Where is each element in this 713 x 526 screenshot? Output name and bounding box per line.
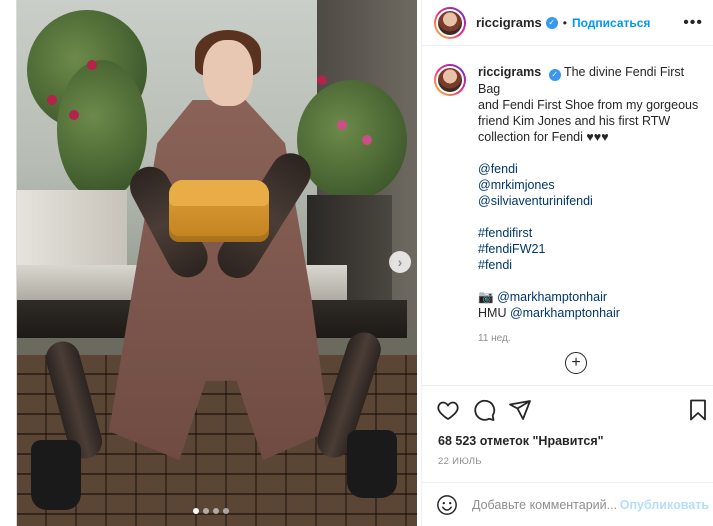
caption-timestamp[interactable]: 11 нед. (478, 331, 700, 347)
post-caption: riccigrams ✓ The divine Fendi First Bag … (434, 64, 704, 347)
plus-circle-icon: + (571, 354, 581, 371)
hashtag-link[interactable]: #fendiFW21 (478, 241, 700, 257)
likes-count[interactable]: 68 523 отметок "Нравится" (438, 434, 604, 448)
photo-face (203, 40, 253, 106)
mention-link[interactable]: @silviaventurinifendi (478, 193, 700, 209)
camera-icon: 📷 (478, 290, 494, 304)
bookmark-save-icon[interactable] (686, 398, 710, 422)
author-username[interactable]: riccigrams (476, 15, 542, 30)
post-date[interactable]: 22 ИЮЛЬ (438, 456, 482, 467)
emoji-smiley-icon[interactable] (436, 494, 458, 516)
more-options-icon[interactable]: ••• (683, 14, 703, 32)
caption-avatar[interactable] (434, 64, 466, 96)
photo-flower (337, 120, 347, 130)
carousel-dot (193, 508, 199, 514)
carousel-dot (213, 508, 219, 514)
hashtag-link[interactable]: #fendi (478, 257, 700, 273)
like-heart-icon[interactable] (436, 398, 460, 422)
author-avatar[interactable] (434, 6, 466, 39)
mention-link[interactable]: @markhamptonhair (510, 306, 620, 320)
mention-link[interactable]: @fendi (478, 161, 700, 177)
publish-button[interactable]: Опубликовать (620, 498, 709, 512)
header-separator: • (562, 15, 567, 30)
caption-username[interactable]: riccigrams (478, 65, 541, 79)
mention-link[interactable]: @markhamptonhair (497, 290, 607, 304)
instagram-post: › riccigrams ✓ • Подписаться ••• riccigr… (16, 0, 713, 526)
comment-bar: Добавьте комментарий... Опубликовать (422, 482, 713, 526)
photo-flower (69, 110, 79, 120)
verified-badge-icon: ✓ (545, 16, 558, 29)
photo-credit-line: 📷 @markhamptonhair (478, 289, 700, 305)
carousel-dot (223, 508, 229, 514)
share-send-icon[interactable] (508, 398, 532, 422)
photo-flower (87, 60, 97, 70)
caption-text-line: and Fendi First Shoe from my gorgeous (478, 98, 699, 112)
carousel-next-button[interactable]: › (389, 251, 411, 273)
caption-first-line: riccigrams ✓ The divine Fendi First Bag (478, 65, 684, 96)
caption-text-line: collection for Fendi ♥♥♥ (478, 130, 609, 144)
post-header: riccigrams ✓ • Подписаться ••• (422, 0, 713, 46)
photo-bag-flap (169, 180, 269, 206)
photo-shoe (31, 440, 81, 510)
post-actions (422, 385, 713, 431)
comment-bubble-icon[interactable] (472, 398, 496, 422)
carousel-dot (203, 508, 209, 514)
caption-body: riccigrams ✓ The divine Fendi First Bag … (478, 64, 700, 347)
post-photo[interactable]: › (17, 0, 417, 526)
hmu-credit-line: HMU @markhamptonhair (478, 305, 700, 321)
comment-input[interactable]: Добавьте комментарий... (472, 498, 622, 512)
caption-text-line: friend Kim Jones and his first RTW (478, 114, 671, 128)
hmu-label: HMU (478, 306, 507, 320)
photo-plant (297, 80, 407, 200)
load-more-comments-button[interactable]: + (565, 352, 587, 374)
follow-button[interactable]: Подписаться (572, 16, 650, 30)
photo-flower (47, 95, 57, 105)
photo-shoe (347, 430, 397, 498)
verified-badge-icon: ✓ (548, 69, 561, 81)
carousel-dots (193, 508, 229, 514)
chevron-right-icon: › (397, 254, 403, 270)
mention-link[interactable]: @mrkimjones (478, 177, 700, 193)
photo-flower (317, 75, 327, 85)
hashtag-link[interactable]: #fendifirst (478, 225, 700, 241)
photo-flower (362, 135, 372, 145)
post-details-panel: riccigrams ✓ • Подписаться ••• riccigram… (421, 0, 713, 526)
